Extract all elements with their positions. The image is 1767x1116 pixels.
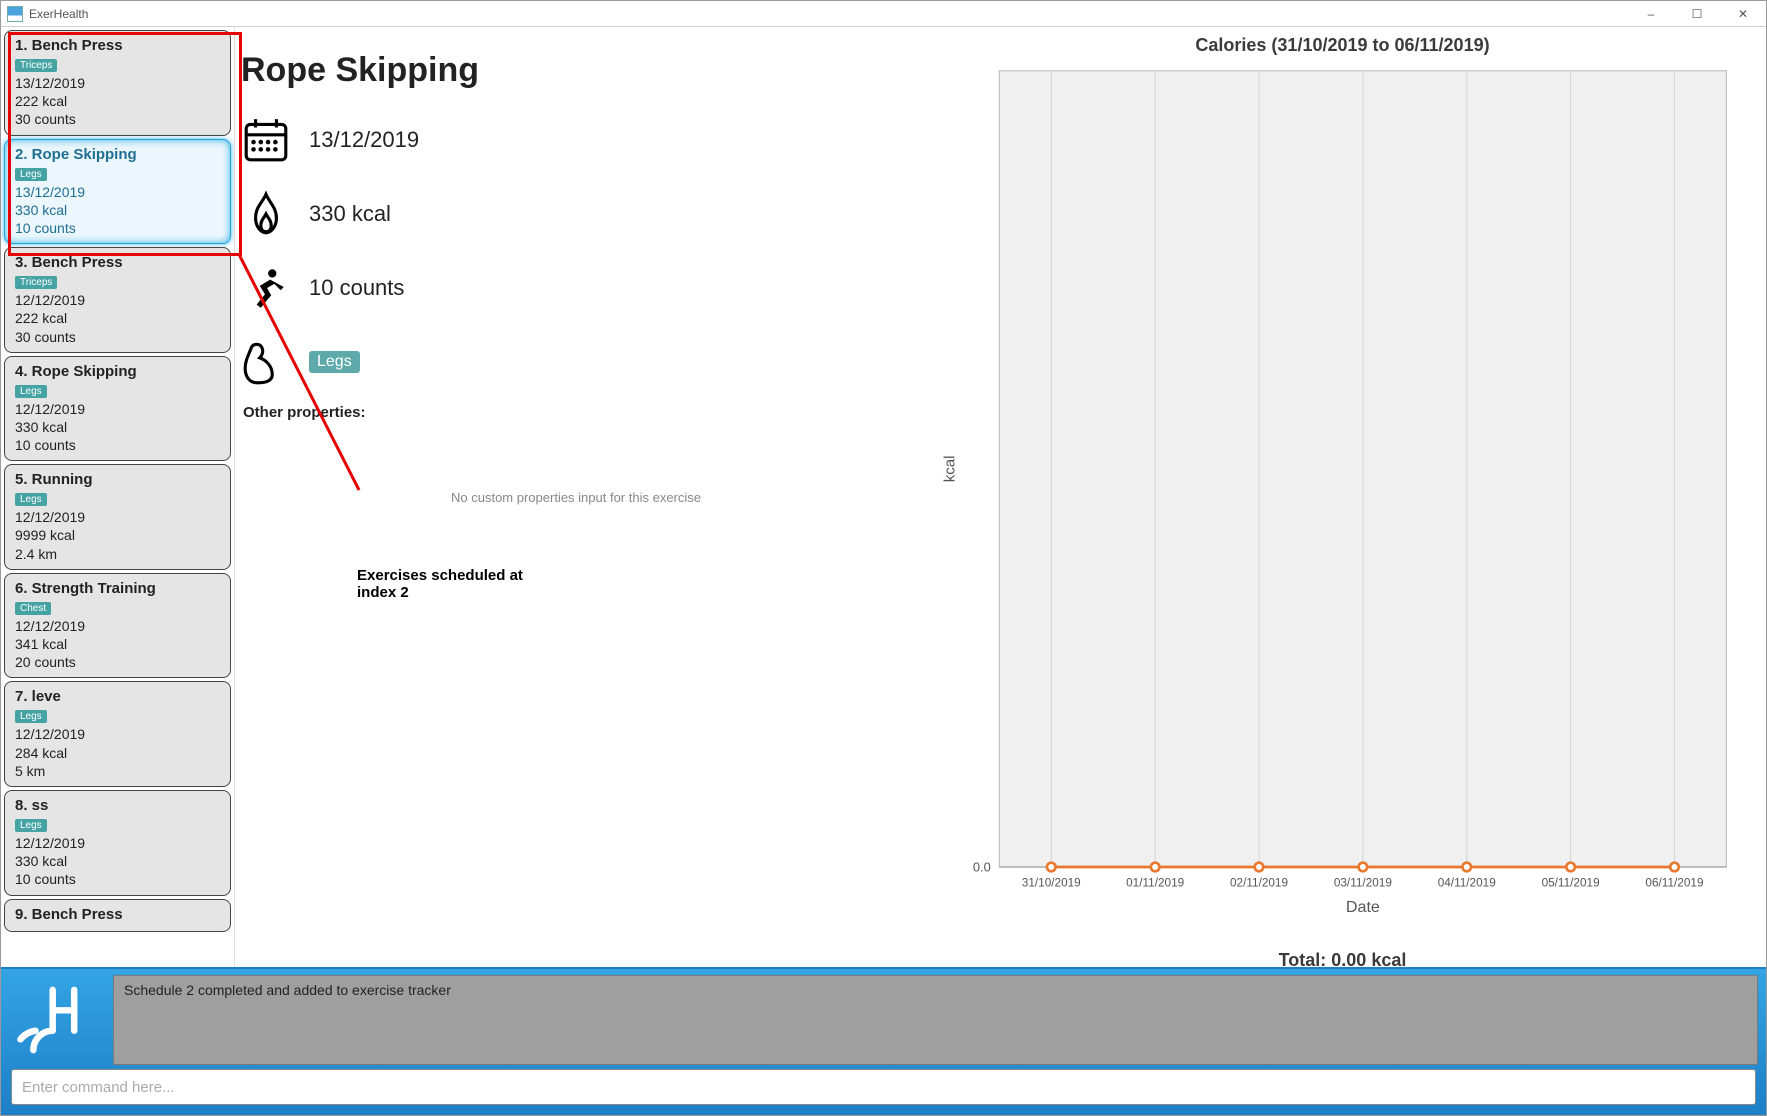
card-title: 9. Bench Press: [15, 906, 222, 923]
card-date: 12/12/2019: [15, 400, 222, 418]
other-properties-heading: Other properties:: [243, 404, 911, 421]
content-area: 1. Bench PressTriceps13/12/2019222 kcal3…: [1, 27, 1766, 967]
card-metric: 30 counts: [15, 328, 222, 346]
card-date: 13/12/2019: [15, 74, 222, 92]
status-message-box: Schedule 2 completed and added to exerci…: [113, 975, 1758, 1065]
card-kcal: 222 kcal: [15, 309, 222, 327]
muscle-badge: Legs: [15, 819, 47, 832]
detail-muscle-tag: Legs: [309, 351, 360, 373]
exercise-card[interactable]: 8. ss Legs 12/12/2019330 kcal10 counts: [4, 790, 231, 896]
muscle-badge: Triceps: [15, 59, 57, 72]
muscle-badge: Legs: [15, 493, 47, 506]
flame-icon: [241, 189, 291, 239]
detail-date: 13/12/2019: [309, 127, 419, 153]
muscle-badge: Chest: [15, 602, 51, 615]
annotation-label: Exercises scheduled at index 2: [357, 567, 523, 602]
detail-counts: 10 counts: [309, 275, 404, 301]
status-message: Schedule 2 completed and added to exerci…: [124, 982, 451, 998]
svg-text:06/11/2019: 06/11/2019: [1645, 875, 1703, 889]
app-title: ExerHealth: [29, 7, 88, 21]
command-input[interactable]: [11, 1069, 1756, 1105]
chart-title: Calories (31/10/2019 to 06/11/2019): [935, 35, 1750, 56]
card-kcal: 330 kcal: [15, 418, 222, 436]
card-title: 2. Rope Skipping: [15, 146, 222, 163]
card-metric: 5 km: [15, 762, 222, 780]
exercise-card[interactable]: 7. leve Legs 12/12/2019284 kcal5 km: [4, 681, 231, 787]
exercise-card[interactable]: 9. Bench Press: [4, 899, 231, 932]
card-title: 7. leve: [15, 688, 222, 705]
svg-text:02/11/2019: 02/11/2019: [1230, 875, 1288, 889]
card-date: 13/12/2019: [15, 183, 222, 201]
card-metric: 10 counts: [15, 436, 222, 454]
card-title: 4. Rope Skipping: [15, 363, 222, 380]
card-title: 6. Strength Training: [15, 580, 222, 597]
other-properties-text: No custom properties input for this exer…: [451, 490, 701, 505]
bottom-bar: Schedule 2 completed and added to exerci…: [1, 967, 1766, 1115]
muscle-badge: Legs: [15, 385, 47, 398]
window-maximize-button[interactable]: ☐: [1674, 1, 1720, 27]
card-metric: 10 counts: [15, 870, 222, 888]
detail-title: Rope Skipping: [241, 51, 911, 90]
muscle-badge: Triceps: [15, 276, 57, 289]
calendar-icon: [241, 115, 291, 165]
detail-muscle-row: Legs: [241, 330, 911, 394]
card-kcal: 222 kcal: [15, 92, 222, 110]
chart-panel: Calories (31/10/2019 to 06/11/2019) 0.0 k…: [935, 27, 1766, 967]
card-metric: 20 counts: [15, 653, 222, 671]
card-title: 1. Bench Press: [15, 37, 222, 54]
exercise-card[interactable]: 3. Bench Press Triceps 12/12/2019222 kcal3…: [4, 247, 231, 353]
svg-text:0.0: 0.0: [973, 859, 991, 874]
card-kcal: 284 kcal: [15, 744, 222, 762]
main-panel: Rope Skipping 13/12/2019: [235, 27, 1766, 967]
window-minimize-button[interactable]: –: [1628, 1, 1674, 27]
chart-area: 0.0 kcal 31/10/2019 01/11/2019 02/11/2019 03/…: [935, 60, 1750, 942]
card-date: 12/12/2019: [15, 617, 222, 635]
exercise-detail: Rope Skipping 13/12/2019: [235, 27, 935, 967]
card-metric: 10 counts: [15, 219, 222, 237]
card-date: 12/12/2019: [15, 291, 222, 309]
muscle-badge: Legs: [15, 710, 47, 723]
svg-text:03/11/2019: 03/11/2019: [1334, 875, 1392, 889]
card-kcal: 341 kcal: [15, 635, 222, 653]
detail-kcal: 330 kcal: [309, 201, 391, 227]
exercise-sidebar: 1. Bench PressTriceps13/12/2019222 kcal3…: [1, 27, 235, 967]
app-icon: [7, 6, 23, 22]
card-title: 5. Running: [15, 471, 222, 488]
exercise-card[interactable]: 2. Rope Skipping Legs 13/12/2019330 kcal10…: [4, 139, 231, 245]
card-date: 12/12/2019: [15, 725, 222, 743]
window-close-button[interactable]: ✕: [1720, 1, 1766, 27]
svg-text:01/11/2019: 01/11/2019: [1126, 875, 1184, 889]
exercise-list[interactable]: 1. Bench PressTriceps13/12/2019222 kcal3…: [1, 27, 234, 967]
card-metric: 30 counts: [15, 110, 222, 128]
app-window: ExerHealth – ☐ ✕ 1. Bench Press Triceps 13…: [0, 0, 1767, 1116]
other-properties-box: No custom properties input for this exer…: [241, 427, 911, 567]
card-kcal: 9999 kcal: [15, 526, 222, 544]
card-metric: 2.4 km: [15, 545, 222, 563]
card-title: 3. Bench Press: [15, 254, 222, 271]
card-date: 12/12/2019: [15, 508, 222, 526]
detail-date-row: 13/12/2019: [241, 108, 911, 172]
titlebar: ExerHealth – ☐ ✕: [1, 1, 1766, 27]
muscle-badge: Legs: [15, 168, 47, 181]
card-title: 8. ss: [15, 797, 222, 814]
card-kcal: 330 kcal: [15, 852, 222, 870]
detail-kcal-row: 330 kcal: [241, 182, 911, 246]
svg-text:Date: Date: [1346, 898, 1380, 916]
svg-text:05/11/2019: 05/11/2019: [1542, 875, 1600, 889]
svg-text:04/11/2019: 04/11/2019: [1438, 875, 1496, 889]
app-logo: [9, 975, 105, 1065]
svg-text:kcal: kcal: [941, 456, 958, 483]
card-kcal: 330 kcal: [15, 201, 222, 219]
detail-count-row: 10 counts: [241, 256, 911, 320]
card-date: 12/12/2019: [15, 834, 222, 852]
exercise-card[interactable]: 6. Strength Training Chest 12/12/2019341 k…: [4, 573, 231, 679]
chart-svg: 0.0 kcal 31/10/2019 01/11/2019 02/11/2019 03/…: [935, 60, 1750, 942]
exercise-card[interactable]: 1. Bench Press Triceps 13/12/2019222 kcal3…: [4, 30, 231, 136]
exercise-card[interactable]: 5. Running Legs 12/12/20199999 kcal2.4 km: [4, 464, 231, 570]
svg-text:31/10/2019: 31/10/2019: [1022, 875, 1081, 889]
exercise-card[interactable]: 4. Rope Skipping Legs 12/12/2019330 kcal10…: [4, 356, 231, 462]
